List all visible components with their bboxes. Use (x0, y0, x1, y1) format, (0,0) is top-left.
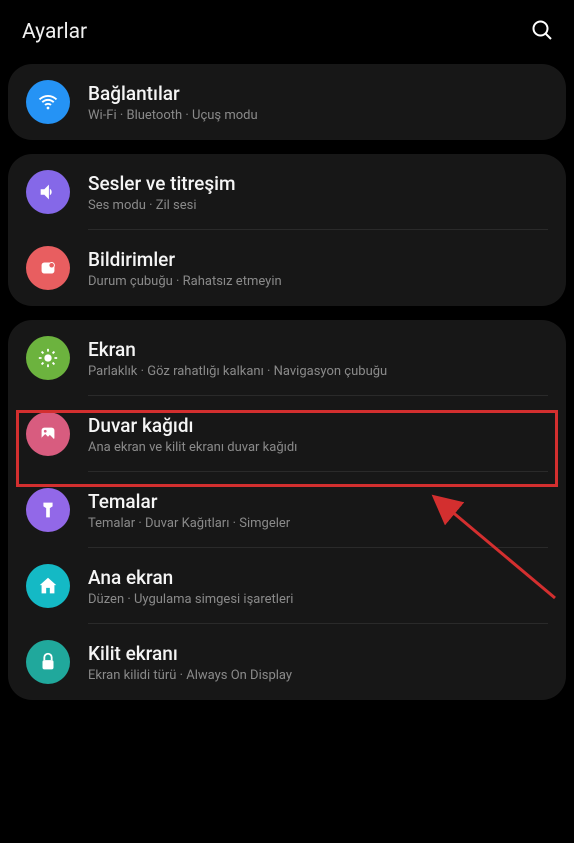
item-text: Bağlantılar Wi-Fi · Bluetooth · Uçuş mod… (88, 82, 548, 123)
item-text: Ekran Parlaklık · Göz rahatlığı kalkanı … (88, 338, 548, 379)
brightness-icon (26, 336, 70, 380)
item-title: Bağlantılar (88, 82, 548, 105)
item-sub: Durum çubuğu · Rahatsız etmeyin (88, 274, 548, 289)
settings-list: Bağlantılar Wi-Fi · Bluetooth · Uçuş mod… (0, 64, 574, 700)
item-sub: Temalar · Duvar Kağıtları · Simgeler (88, 516, 548, 531)
settings-group: Sesler ve titreşim Ses modu · Zil sesi B… (8, 154, 566, 306)
item-sub: Ana ekran ve kilit ekranı duvar kağıdı (88, 440, 548, 455)
notification-icon (26, 246, 70, 290)
item-sub: Wi-Fi · Bluetooth · Uçuş modu (88, 108, 548, 123)
item-title: Duvar kağıdı (88, 414, 548, 437)
item-sub: Düzen · Uygulama simgesi işaretleri (88, 592, 548, 607)
settings-group: Bağlantılar Wi-Fi · Bluetooth · Uçuş mod… (8, 64, 566, 140)
settings-item-connections[interactable]: Bağlantılar Wi-Fi · Bluetooth · Uçuş mod… (8, 64, 566, 140)
item-title: Kilit ekranı (88, 642, 548, 665)
settings-item-notifications[interactable]: Bildirimler Durum çubuğu · Rahatsız etme… (8, 230, 566, 306)
settings-item-themes[interactable]: Temalar Temalar · Duvar Kağıtları · Simg… (8, 472, 566, 548)
item-sub: Ekran kilidi türü · Always On Display (88, 668, 548, 683)
item-sub: Ses modu · Zil sesi (88, 198, 548, 213)
lock-icon (26, 640, 70, 684)
page-title: Ayarlar (22, 20, 87, 44)
item-title: Temalar (88, 490, 548, 513)
item-sub: Parlaklık · Göz rahatlığı kalkanı · Navi… (88, 364, 548, 379)
item-title: Sesler ve titreşim (88, 172, 548, 195)
wifi-icon (26, 80, 70, 124)
item-text: Ana ekran Düzen · Uygulama simgesi işare… (88, 566, 548, 607)
item-text: Duvar kağıdı Ana ekran ve kilit ekranı d… (88, 414, 548, 455)
settings-group: Ekran Parlaklık · Göz rahatlığı kalkanı … (8, 320, 566, 700)
item-title: Ekran (88, 338, 548, 361)
sound-icon (26, 170, 70, 214)
item-text: Bildirimler Durum çubuğu · Rahatsız etme… (88, 248, 548, 289)
home-icon (26, 564, 70, 608)
item-text: Temalar Temalar · Duvar Kağıtları · Simg… (88, 490, 548, 531)
settings-item-display[interactable]: Ekran Parlaklık · Göz rahatlığı kalkanı … (8, 320, 566, 396)
wallpaper-icon (26, 412, 70, 456)
settings-item-wallpaper[interactable]: Duvar kağıdı Ana ekran ve kilit ekranı d… (8, 396, 566, 472)
header: Ayarlar (0, 0, 574, 64)
search-icon[interactable] (530, 18, 554, 46)
item-title: Ana ekran (88, 566, 548, 589)
themes-icon (26, 488, 70, 532)
settings-item-homescreen[interactable]: Ana ekran Düzen · Uygulama simgesi işare… (8, 548, 566, 624)
settings-item-lockscreen[interactable]: Kilit ekranı Ekran kilidi türü · Always … (8, 624, 566, 700)
item-title: Bildirimler (88, 248, 548, 271)
item-text: Kilit ekranı Ekran kilidi türü · Always … (88, 642, 548, 683)
settings-item-sounds[interactable]: Sesler ve titreşim Ses modu · Zil sesi (8, 154, 566, 230)
item-text: Sesler ve titreşim Ses modu · Zil sesi (88, 172, 548, 213)
